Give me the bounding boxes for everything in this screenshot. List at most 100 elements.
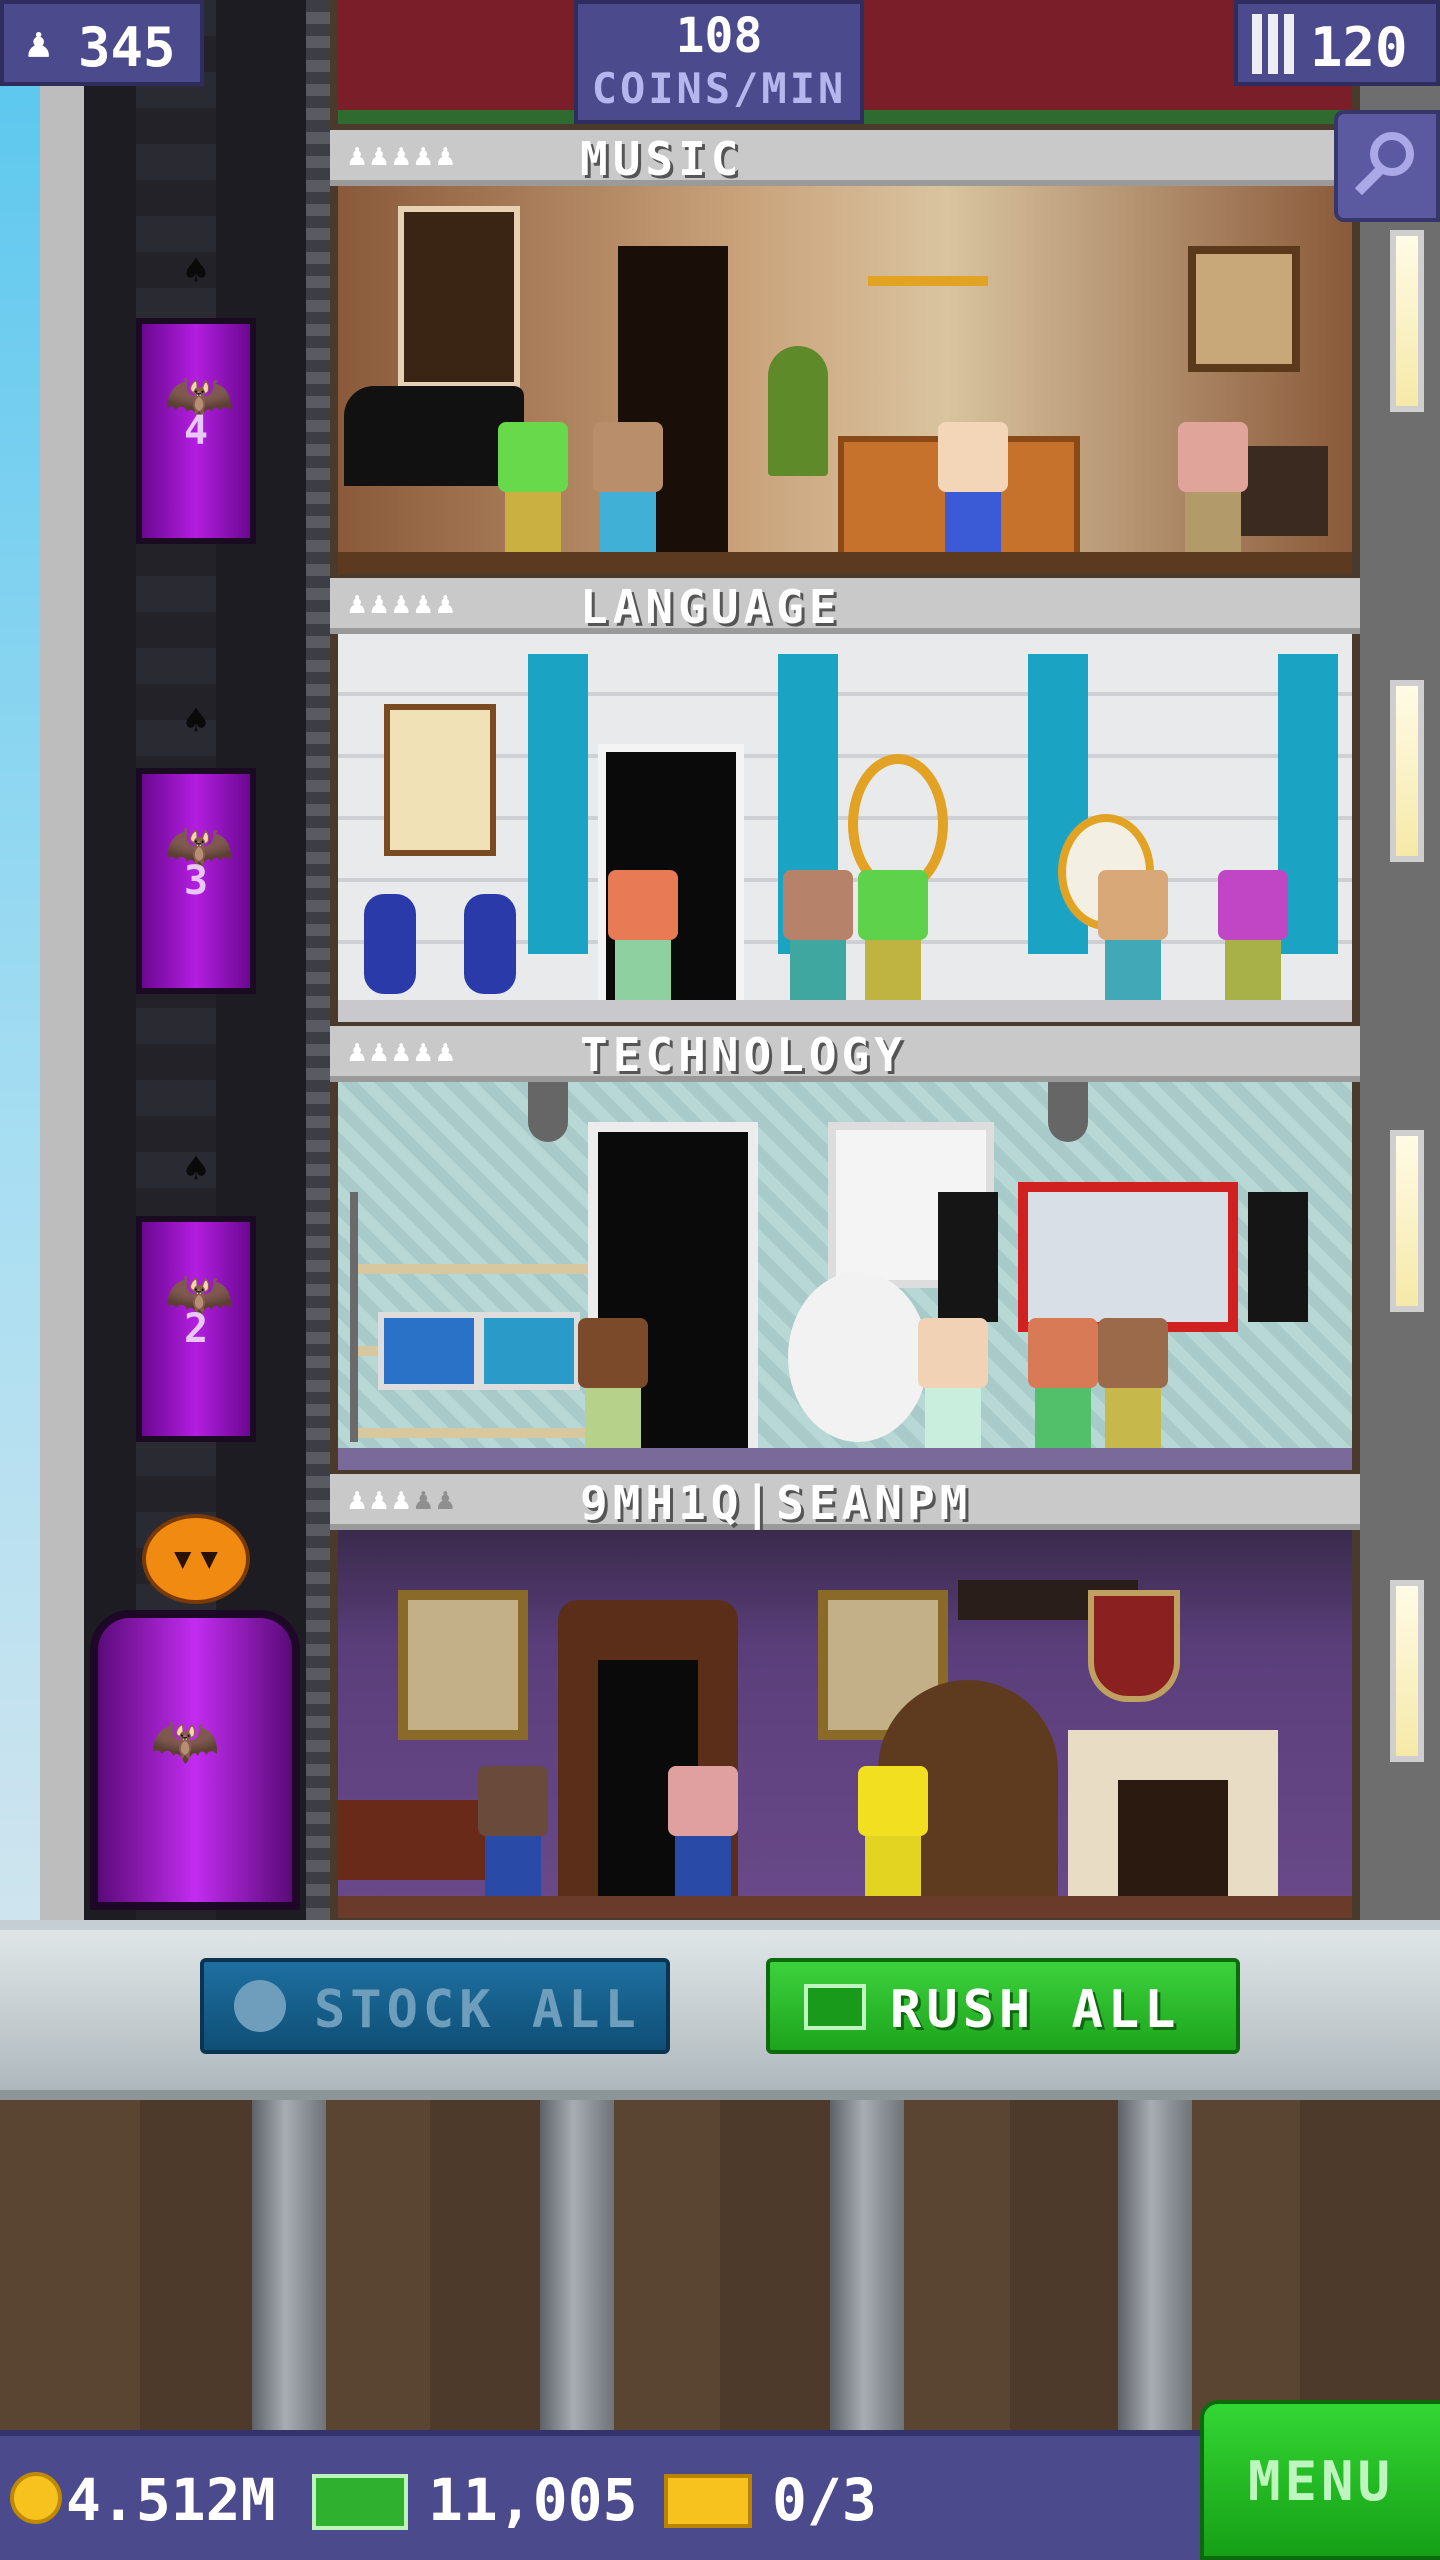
clock-icon: [234, 1980, 286, 2032]
coin-icon: [10, 2472, 62, 2524]
vase-icon: [364, 894, 416, 994]
floor-counter[interactable]: 120: [1234, 0, 1440, 86]
tv-icon: [1018, 1182, 1238, 1332]
floor-ground: [338, 552, 1352, 574]
bitizen[interactable]: [783, 870, 853, 1000]
elevator-floor-number: 4: [183, 408, 209, 454]
floor-technology[interactable]: ♟♟♟♟♟ TECHNOLOGY: [330, 1026, 1360, 1476]
floor-header: ♟♟♟♟♟ 9MH1Q|SEANPM: [330, 1474, 1360, 1530]
scroll-icon: [384, 704, 496, 856]
floor-stars: ♟♟♟♟♟: [348, 138, 459, 173]
bitizen[interactable]: [578, 1318, 648, 1448]
floor-stars: ♟♟♟♟♟: [348, 586, 459, 621]
elevator-floor-number: 2: [183, 1306, 209, 1352]
floor-header: ♟♟♟♟♟ LANGUAGE: [330, 578, 1360, 634]
stock-all-button[interactable]: STOCK ALL: [200, 1958, 670, 2054]
floor-name: TECHNOLOGY: [580, 1028, 907, 1082]
floor-stars: ♟♟♟♟♟: [348, 1482, 459, 1517]
bitizen[interactable]: [1218, 870, 1288, 1000]
bitizen[interactable]: [938, 422, 1008, 552]
pumpkin-icon: ▾▾: [142, 1514, 250, 1604]
desk-icon: [338, 1800, 488, 1880]
elevator-floor-number: 3: [183, 858, 209, 904]
bitizen[interactable]: [668, 1766, 738, 1896]
window-icon: [398, 206, 520, 388]
floor-name: 9MH1Q|SEANPM: [580, 1476, 973, 1530]
ticket-icon: [664, 2474, 752, 2528]
building-icon: [1252, 14, 1298, 74]
coins-rate-unit: COINS/MIN: [591, 64, 847, 113]
elevator-door-floor-4[interactable]: 🦇 4: [136, 318, 256, 544]
bitizen[interactable]: [1028, 1318, 1098, 1448]
floor-count-value: 120: [1310, 16, 1408, 79]
computer-icon: [478, 1312, 580, 1390]
support-pillar: [252, 2100, 326, 2430]
floor-ground: [338, 1896, 1352, 1918]
bux-icon: [804, 1984, 866, 2030]
floor-music[interactable]: ♟♟♟♟♟ MUSIC: [330, 130, 1360, 580]
speaker-icon: [1248, 1192, 1308, 1322]
column: [528, 654, 588, 954]
rush-all-label: RUSH ALL: [890, 1980, 1181, 2040]
bitizen[interactable]: [1178, 422, 1248, 552]
elevator-door-floor-3[interactable]: 🦇 3: [136, 768, 256, 994]
plant-icon: [768, 346, 828, 476]
elevator-car[interactable]: 🦇: [90, 1610, 300, 1910]
coins-rate-value: 108: [675, 8, 763, 64]
floor-stars: ♟♟♟♟♟: [348, 1034, 459, 1069]
wall-lamp: [1390, 1580, 1424, 1762]
basement: [0, 2100, 1440, 2430]
ornament-icon: ♠: [183, 248, 209, 294]
bitizen[interactable]: [478, 1766, 548, 1896]
floor-name: LANGUAGE: [580, 580, 842, 634]
fireplace-icon: [1068, 1730, 1278, 1900]
bitizen[interactable]: [858, 1766, 928, 1896]
floor-name: MUSIC: [580, 132, 744, 186]
chandelier-icon: [868, 226, 988, 286]
bitizen[interactable]: [498, 422, 568, 552]
bitizen[interactable]: [608, 870, 678, 1000]
bitizen[interactable]: [1098, 1318, 1168, 1448]
rush-all-button[interactable]: RUSH ALL: [766, 1958, 1240, 2054]
floor-room-interior[interactable]: [338, 1082, 1352, 1470]
ornament-icon: ♠: [183, 1146, 209, 1192]
menu-button[interactable]: MENU: [1200, 2400, 1440, 2560]
floor-language[interactable]: ♟♟♟♟♟ LANGUAGE: [330, 578, 1360, 1028]
coins-rate-panel: 108 COINS/MIN: [574, 0, 864, 124]
vase-icon: [464, 894, 516, 994]
egg-chair-icon: [788, 1272, 928, 1442]
bitizen[interactable]: [1098, 870, 1168, 1000]
floor-residence[interactable]: ♟♟♟♟♟ 9MH1Q|SEANPM: [330, 1474, 1360, 1924]
floor-header: ♟♟♟♟♟ MUSIC: [330, 130, 1360, 186]
support-pillar: [1118, 2100, 1192, 2430]
coins-value: 4.512M: [66, 2466, 276, 2534]
ceiling-lamp-icon: [528, 1082, 568, 1142]
menu-label: MENU: [1248, 2450, 1395, 2513]
computer-icon: [378, 1312, 480, 1390]
floor-room-interior[interactable]: [338, 1530, 1352, 1918]
floor-room-interior[interactable]: [338, 634, 1352, 1022]
search-button[interactable]: [1334, 110, 1440, 222]
wall-lamp: [1390, 680, 1424, 862]
bitizen[interactable]: [918, 1318, 988, 1448]
floor-room-interior[interactable]: [338, 186, 1352, 574]
bux-icon: [312, 2474, 408, 2530]
elevator-door-floor-2[interactable]: 🦇 2: [136, 1216, 256, 1442]
tower-frame: [40, 0, 90, 1930]
tickets-value: 0/3: [772, 2466, 877, 2534]
bitizen[interactable]: [858, 870, 928, 1000]
speaker-icon: [938, 1192, 998, 1322]
population-counter[interactable]: ♟ 345: [0, 0, 204, 86]
bux-value: 11,005: [428, 2466, 638, 2534]
stock-all-label: STOCK ALL: [314, 1980, 641, 2040]
floor-header: ♟♟♟♟♟ TECHNOLOGY: [330, 1026, 1360, 1082]
wall-lamp: [1390, 1130, 1424, 1312]
portrait-icon: [398, 1590, 528, 1740]
shield-icon: [1088, 1590, 1180, 1702]
floor-ground: [338, 1448, 1352, 1470]
ceiling-lamp-icon: [1048, 1082, 1088, 1142]
person-icon: ♟: [26, 18, 52, 67]
elevator-rail: [306, 0, 330, 1930]
wall-lamp: [1390, 230, 1424, 412]
bitizen[interactable]: [593, 422, 663, 552]
